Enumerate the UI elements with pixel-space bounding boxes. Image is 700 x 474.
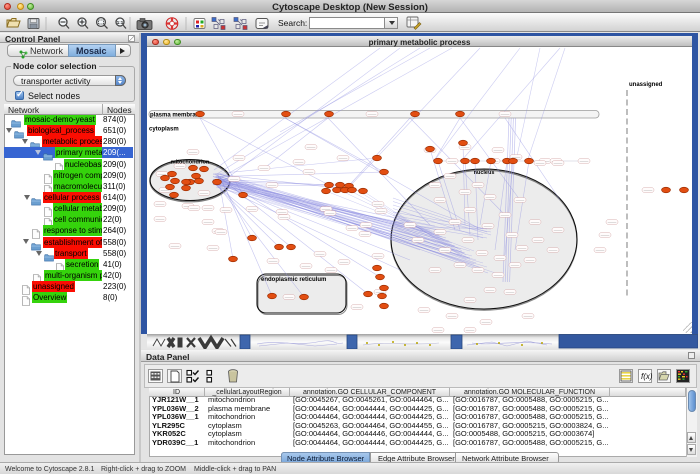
svg-text:f(x): f(x)	[641, 372, 653, 381]
svg-text:endoplasmic reticulum: endoplasmic reticulum	[261, 277, 326, 283]
svg-text:nucleus: nucleus	[474, 170, 495, 176]
svg-text:1:1: 1:1	[117, 20, 124, 25]
svg-text:unassigned: unassigned	[629, 82, 663, 88]
svg-text:cytoplasm: cytoplasm	[149, 127, 179, 133]
